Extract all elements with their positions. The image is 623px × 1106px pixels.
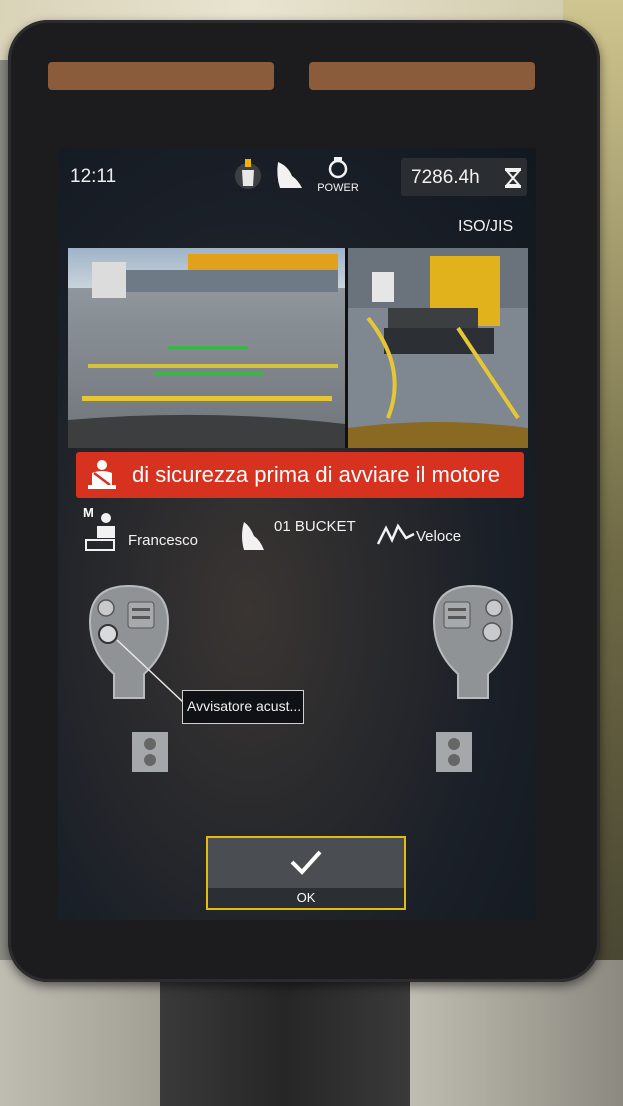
operator-icon (85, 513, 115, 551)
light-strip-right (309, 62, 535, 90)
control-pattern: ISO/JIS (458, 218, 514, 235)
attachment-icon (234, 156, 262, 197)
ok-button-label: OK (296, 890, 316, 905)
rear-camera-view[interactable] (68, 248, 345, 448)
display-mount (160, 975, 410, 1106)
right-joystick-diagram (432, 584, 514, 772)
side-camera-view[interactable] (348, 248, 528, 448)
seatbelt-icon (88, 460, 116, 489)
hour-meter: 7286.4h (401, 158, 527, 196)
power-label: POWER (317, 182, 359, 194)
camera-views (68, 248, 528, 448)
ok-button[interactable]: OK (206, 836, 406, 910)
callout-pointer (116, 639, 184, 703)
operator-name: Francesco (128, 532, 199, 549)
hourglass-icon (505, 168, 521, 188)
display-unit: 12:11 POWER 7286.4h ISO/JIS di sicurezza… (8, 20, 600, 982)
horn-button-callout[interactable]: Avvisatore acust... (182, 690, 304, 724)
attachment-bucket-icon (242, 522, 264, 550)
seatbelt-warning-banner: di sicurezza prima di avviare il motore (76, 452, 524, 498)
speed-mode: Veloce (416, 528, 462, 545)
speed-mode-icon (376, 523, 415, 545)
bucket-icon (272, 158, 306, 197)
clock: 12:11 (70, 166, 117, 187)
hour-meter-value: 7286.4h (411, 167, 480, 188)
light-strip-left (48, 62, 274, 90)
screen: 12:11 POWER 7286.4h ISO/JIS di sicurezza… (58, 148, 536, 920)
power-icon: POWER (316, 154, 360, 198)
warning-text: di sicurezza prima di avviare il motore (132, 462, 501, 487)
checkmark-icon (290, 850, 322, 875)
attachment-name: 01 BUCKET (274, 518, 356, 535)
callout-text: Avvisatore acust... (187, 698, 302, 714)
